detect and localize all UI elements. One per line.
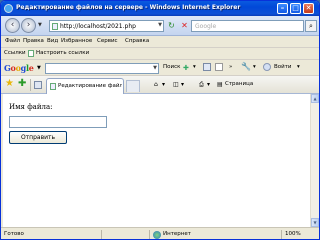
links-bar: Ссылки Настроить ссылки	[1, 48, 319, 60]
chevron-down-icon[interactable]: ▾	[162, 81, 165, 88]
menu-item-favorites[interactable]: Избранное	[61, 38, 92, 44]
google-search-input[interactable]: ▼	[45, 63, 159, 74]
pagerank-icon[interactable]: ✚	[183, 64, 192, 73]
customize-links-link[interactable]: Настроить ссылки	[36, 50, 89, 56]
page-menu-icon: ▤	[217, 81, 223, 88]
page-content: Имя файла: Отправить	[3, 94, 310, 227]
feeds-icon[interactable]: ◫	[173, 81, 179, 88]
page-icon	[52, 23, 58, 30]
bookmarks-icon[interactable]	[203, 63, 211, 71]
links-label: Ссылки	[4, 50, 26, 56]
window-title: Редактирование файлов на сервере - Windo…	[16, 4, 241, 11]
page-menu[interactable]: Страница	[225, 81, 253, 87]
vertical-scrollbar[interactable]: ▲ ▼	[310, 94, 319, 227]
tab-active[interactable]: Редактирование файлов на сервере	[46, 78, 124, 94]
submit-button[interactable]: Отправить	[9, 131, 67, 144]
page-icon	[50, 83, 56, 90]
chevron-down-icon[interactable]: ▾	[253, 64, 256, 70]
more-buttons[interactable]: »	[229, 64, 232, 70]
recent-pages-dropdown-icon[interactable]: ▼	[38, 22, 42, 28]
menu-item-tools[interactable]: Сервис	[97, 38, 118, 44]
print-icon[interactable]: ⎙	[199, 81, 204, 89]
chevron-down-icon[interactable]: ▼	[158, 22, 162, 28]
chevron-down-icon[interactable]: ▾	[207, 81, 210, 88]
google-search-button[interactable]: Поиск	[163, 64, 180, 70]
menu-bar: Файл Правка Вид Избранное Сервис Справка	[1, 36, 319, 48]
title-bar[interactable]: Редактирование файлов на сервере - Windo…	[1, 1, 319, 16]
close-button[interactable]: ✕	[303, 3, 314, 14]
scroll-up-icon[interactable]: ▲	[311, 94, 319, 103]
home-icon[interactable]: ⌂	[154, 81, 158, 88]
menu-item-view[interactable]: Вид	[47, 38, 58, 44]
menu-item-help[interactable]: Справка	[125, 38, 149, 44]
address-field[interactable]: http://localhost/2021.php ▼	[49, 20, 164, 32]
refresh-icon[interactable]: ↻	[166, 20, 177, 32]
chevron-down-icon[interactable]: ▾	[181, 81, 184, 88]
google-toolbar: Google ▼ ▼ Поиск ✚ ▾ » 🔧 ▾ Войти ▾	[1, 60, 319, 76]
internet-zone-icon	[153, 231, 161, 239]
status-bar: Готово Интернет 100%	[1, 227, 319, 239]
menu-item-edit[interactable]: Правка	[23, 38, 44, 44]
minimize-button[interactable]: –	[277, 3, 288, 14]
chevron-down-icon[interactable]: ▼	[153, 65, 157, 71]
add-favorites-icon[interactable]: ✚	[18, 79, 26, 89]
tab-bar: ★ ✚ Редактирование файлов на сервере ⌂ ▾…	[1, 76, 319, 94]
live-search-placeholder: Google	[195, 23, 217, 30]
address-url[interactable]: http://localhost/2021.php	[60, 23, 136, 30]
stop-icon[interactable]: ✕	[179, 20, 190, 32]
new-tab-button[interactable]	[126, 80, 140, 92]
search-icon[interactable]: ⌕	[305, 20, 317, 32]
scroll-down-icon[interactable]: ▼	[311, 218, 319, 227]
status-text: Готово	[4, 231, 24, 237]
menu-item-file[interactable]: Файл	[5, 38, 20, 44]
forward-button[interactable]: ›	[21, 18, 36, 33]
back-button[interactable]: ‹	[5, 18, 20, 33]
security-zone[interactable]: Интернет	[163, 231, 191, 237]
status-divider	[281, 230, 282, 239]
sign-in-button[interactable]: Войти	[274, 64, 292, 70]
status-divider	[149, 230, 150, 239]
zoom-level[interactable]: 100%	[285, 231, 301, 237]
favorites-star-icon[interactable]: ★	[5, 79, 14, 89]
google-logo[interactable]: Google	[4, 63, 34, 73]
quick-tabs-icon[interactable]	[34, 81, 42, 89]
navigation-bar: ‹ › ▼ http://localhost/2021.php ▼ ↻ ✕ Go…	[1, 16, 319, 36]
internet-explorer-icon	[4, 4, 13, 13]
browser-window: Редактирование файлов на сервере - Windo…	[0, 0, 320, 240]
status-divider	[101, 230, 102, 239]
chevron-down-icon[interactable]: ▾	[193, 64, 196, 70]
chevron-down-icon[interactable]: ▾	[297, 64, 300, 70]
live-search-input[interactable]: Google	[191, 20, 304, 32]
popup-blocker-icon[interactable]	[215, 63, 223, 71]
toolbar-divider	[30, 79, 31, 91]
maximize-button[interactable]: □	[290, 3, 301, 14]
tab-title: Редактирование файлов на сервере	[58, 83, 122, 89]
wrench-icon[interactable]: 🔧	[241, 62, 251, 71]
google-menu-chevron-icon[interactable]: ▼	[37, 65, 41, 71]
filename-input[interactable]	[9, 116, 107, 128]
user-icon	[263, 63, 271, 71]
filename-label: Имя файла:	[9, 103, 53, 111]
link-page-icon	[28, 50, 34, 57]
